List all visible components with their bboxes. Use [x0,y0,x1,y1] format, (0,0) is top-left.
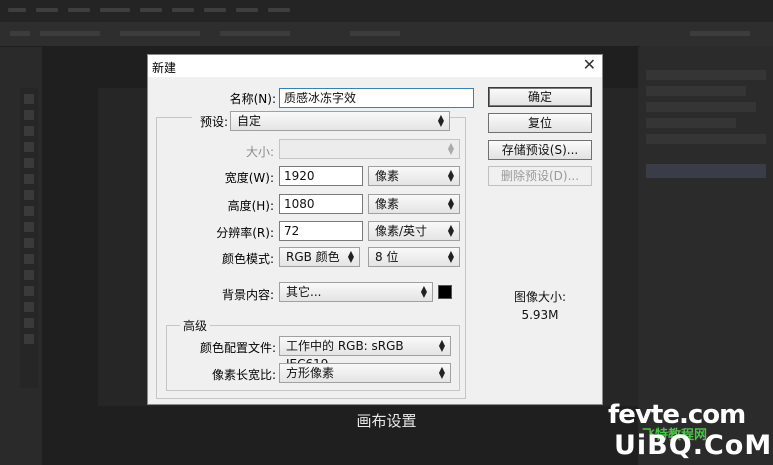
ok-button[interactable]: 确定 [488,87,592,107]
name-input[interactable]: 质感冰冻字效 [279,88,474,108]
bit-depth-select[interactable]: 8 位 ▲ ▼ [368,247,460,267]
resolution-label: 分辨率(R): [216,226,274,240]
watermark-line2: UiBQ.CoM [614,430,773,461]
updown-arrow-icon: ▲ ▼ [447,141,454,156]
updown-arrow-icon: ▲ ▼ [347,249,354,264]
site-watermark: fevte.com 飞特教程网 UiBQ.CoM [606,400,771,462]
updown-arrow-icon: ▲ ▼ [437,113,444,128]
height-unit-select[interactable]: 像素 ▲ ▼ [368,194,460,214]
image-size-label: 图像大小: [513,290,567,304]
size-select: ▲ ▼ [279,139,460,159]
preset-value: 自定 [237,114,262,128]
background-label: 背景内容: [221,288,274,302]
width-label: 宽度(W): [224,171,274,185]
height-label: 高度(H): [227,199,274,213]
color-mode-label: 颜色模式: [221,252,274,266]
updown-arrow-icon: ▲ ▼ [447,168,454,183]
preset-label: 预设: [192,113,230,130]
size-label: 大小: [245,145,274,159]
new-document-dialog: 新建 ✕ 名称(N): 质感冰冻字效 预设: 自定 ▲ ▼ 大小: ▲ ▼ 宽度(W… [147,54,603,405]
dialog-titlebar: 新建 ✕ [148,55,602,77]
updown-arrow-icon: ▲ ▼ [438,365,445,380]
height-input[interactable]: 1080 [279,194,363,214]
pixel-aspect-label: 像素长宽比: [211,368,276,382]
pixel-aspect-value: 方形像素 [286,366,335,380]
app-menubar [0,0,773,22]
width-unit-select[interactable]: 像素 ▲ ▼ [368,166,460,186]
height-unit-value: 像素 [375,197,400,211]
updown-arrow-icon: ▲ ▼ [447,196,454,211]
resolution-input[interactable]: 72 [279,221,363,241]
save-preset-button[interactable]: 存储预设(S)... [488,140,592,160]
updown-arrow-icon: ▲ ▼ [438,338,445,353]
toolbox [20,88,38,388]
advanced-label: 高级 [180,317,211,334]
resolution-unit-value: 像素/英寸 [375,224,428,238]
updown-arrow-icon: ▲ ▼ [447,223,454,238]
background-value: 其它... [286,285,322,299]
width-unit-value: 像素 [375,169,400,183]
updown-arrow-icon: ▲ ▼ [420,284,427,299]
reset-button[interactable]: 复位 [488,113,592,133]
delete-preset-button: 删除预设(D)... [488,166,592,186]
color-mode-value: RGB 颜色 [286,250,340,264]
resolution-unit-select[interactable]: 像素/英寸 ▲ ▼ [368,221,460,241]
color-profile-select[interactable]: 工作中的 RGB: sRGB IEC619... ▲▼ [279,336,451,371]
layer-row [646,164,766,178]
pixel-aspect-select[interactable]: 方形像素 ▲ ▼ [279,363,451,383]
bit-depth-value: 8 位 [375,250,399,264]
color-profile-label: 颜色配置文件: [199,341,276,355]
color-mode-select[interactable]: RGB 颜色 ▲ ▼ [279,247,360,267]
updown-arrow-icon: ▲ ▼ [447,249,454,264]
width-input[interactable]: 1920 [279,166,363,186]
close-icon[interactable]: ✕ [583,55,596,75]
preset-select[interactable]: 自定 ▲ ▼ [230,111,450,131]
background-select[interactable]: 其它... ▲ ▼ [279,282,433,302]
background-color-swatch[interactable] [438,285,452,299]
dialog-title: 新建 [152,61,177,75]
image-size-value: 5.93M [521,308,559,322]
options-bar [0,22,773,47]
name-label: 名称(N): [229,92,276,106]
